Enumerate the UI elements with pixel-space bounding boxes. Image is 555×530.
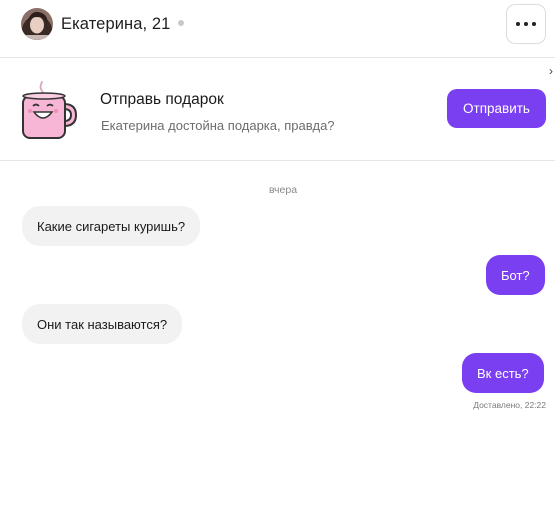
message-text: Какие сигареты куришь? bbox=[37, 218, 186, 234]
more-horizontal-icon bbox=[516, 22, 520, 26]
message-incoming[interactable]: Какие сигареты куришь? bbox=[22, 206, 201, 246]
gift-banner: Отправь подарок Екатерина достойна подар… bbox=[0, 58, 555, 161]
gift-title: Отправь подарок bbox=[100, 91, 224, 108]
delivery-status: Доставлено, 22:22 bbox=[473, 400, 546, 410]
message-incoming[interactable]: Они так называются? bbox=[22, 304, 183, 344]
message-text: Вк есть? bbox=[477, 365, 529, 381]
chevron-right-icon[interactable]: › bbox=[549, 64, 553, 78]
message-text: Бот? bbox=[501, 267, 530, 283]
status-dot bbox=[178, 20, 185, 26]
mug-icon bbox=[20, 76, 78, 140]
more-horizontal-icon-dot bbox=[524, 22, 528, 26]
contact-name-text: Екатерина, 21 bbox=[61, 15, 171, 33]
send-gift-button[interactable]: Отправить bbox=[447, 89, 546, 128]
date-separator: вчера bbox=[268, 184, 298, 196]
more-options-button[interactable] bbox=[506, 4, 546, 44]
avatar[interactable] bbox=[21, 8, 53, 40]
more-horizontal-icon-dot bbox=[532, 22, 536, 26]
message-outgoing[interactable]: Бот? bbox=[486, 255, 545, 295]
message-outgoing[interactable]: Вк есть? bbox=[462, 353, 544, 393]
gift-subtitle: Екатерина достойна подарка, правда? bbox=[101, 118, 335, 133]
message-text: Они так называются? bbox=[37, 316, 168, 332]
chat-header: Екатерина, 21 bbox=[0, 0, 555, 58]
contact-name[interactable]: Екатерина, 21 bbox=[61, 15, 185, 34]
